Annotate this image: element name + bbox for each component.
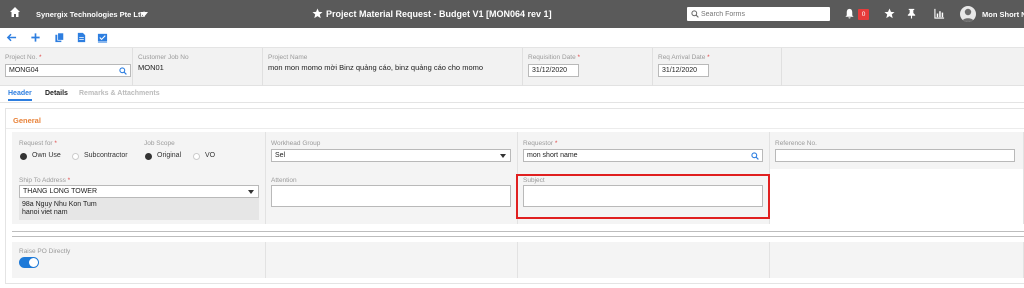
workhead-label: Workhead Group: [271, 140, 321, 147]
top-bar: Synergix Technologies Pte Ltd Project Ma…: [0, 0, 1024, 28]
reference-input[interactable]: [775, 149, 1015, 162]
tab-header[interactable]: Header: [8, 90, 32, 101]
favorite-star-icon[interactable]: [312, 8, 323, 19]
project-name-cell: Project Name mon mon momo mời Binz quảng…: [263, 48, 523, 86]
customer-job-label: Customer Job No: [138, 54, 189, 61]
vo-label: VO: [205, 152, 216, 159]
address-line-1: 98a Nguy Nhu Kon Tum: [22, 201, 97, 208]
workhead-value: Sel: [275, 152, 286, 159]
empty-cell: [770, 169, 1024, 224]
toggle-knob: [29, 258, 38, 267]
user-name[interactable]: Mon Short Name: [982, 10, 1024, 19]
requisition-date-cell: Requisition Date * 31/12/2020: [523, 48, 653, 86]
required-mark: *: [67, 177, 71, 184]
own-use-label: Own Use: [32, 152, 61, 159]
raise-po-label: Raise PO Directly: [19, 248, 71, 255]
copy-icon[interactable]: [54, 32, 65, 43]
required-mark: *: [54, 140, 57, 147]
user-avatar-icon: [962, 8, 974, 22]
requestor-value: mon short name: [527, 152, 578, 159]
home-icon[interactable]: [9, 6, 21, 18]
add-icon[interactable]: [30, 32, 41, 43]
req-arrival-cell: Req Arrival Date * 31/12/2020: [653, 48, 782, 86]
customer-job-value: MON01: [138, 63, 164, 72]
project-no-value: MONG04: [9, 67, 39, 74]
attention-input[interactable]: [271, 185, 511, 207]
req-arrival-input[interactable]: 31/12/2020: [658, 64, 709, 77]
requisition-date-label: Requisition Date: [528, 54, 576, 61]
project-name-value: mon mon momo mời Binz quảng cáo, binz qu…: [268, 63, 484, 72]
avatar[interactable]: [960, 6, 976, 22]
radio-own-use[interactable]: [20, 153, 27, 160]
required-mark: *: [707, 54, 710, 61]
ship-to-label: Ship To Address: [19, 177, 66, 184]
divider: [12, 231, 1024, 232]
radio-vo[interactable]: [193, 153, 200, 160]
req-arrival-label: Req Arrival Date: [658, 54, 706, 61]
star-icon[interactable]: [884, 8, 895, 19]
section-header: General: [6, 109, 1024, 129]
subcontractor-label: Subcontractor: [84, 152, 128, 159]
radio-original[interactable]: [145, 153, 152, 160]
request-scope-cell: [12, 132, 266, 169]
page-title: Project Material Request - Budget V1 [MO…: [326, 9, 552, 19]
document-icon[interactable]: [76, 32, 87, 43]
back-arrow-icon[interactable]: [6, 32, 17, 43]
required-mark: *: [554, 140, 558, 147]
original-label: Original: [157, 152, 182, 159]
chevron-down-icon: [248, 190, 254, 194]
project-info-bar: Project No. * MONG04 Customer Job No MON…: [0, 48, 1024, 86]
ship-to-select[interactable]: THANG LONG TOWER: [19, 185, 259, 198]
requisition-date-input[interactable]: 31/12/2020: [528, 64, 579, 77]
reference-label: Reference No.: [775, 140, 817, 147]
approve-icon[interactable]: [97, 32, 108, 43]
customer-job-cell: Customer Job No MON01: [133, 48, 263, 86]
project-no-label: Project No.: [5, 54, 38, 61]
requestor-input[interactable]: mon short name: [523, 149, 763, 162]
notification-badge[interactable]: 0: [858, 9, 869, 20]
tab-details[interactable]: Details: [45, 90, 68, 97]
chevron-down-icon: [500, 154, 506, 158]
project-name-label: Project Name: [268, 54, 308, 61]
empty-cell: [266, 242, 518, 278]
request-for-label: Request for: [19, 140, 53, 147]
project-no-input[interactable]: MONG04: [5, 64, 131, 77]
chevron-down-icon[interactable]: [140, 12, 148, 17]
project-no-cell: Project No. * MONG04: [0, 48, 133, 86]
bell-icon[interactable]: [844, 8, 855, 19]
required-mark: *: [38, 54, 42, 61]
attention-label: Attention: [271, 177, 297, 184]
search-icon[interactable]: [751, 152, 759, 160]
tab-bar: Header Details Remarks & Attachments: [0, 87, 1024, 103]
search-input[interactable]: [701, 8, 826, 20]
search-icon[interactable]: [119, 67, 127, 75]
tab-remarks-attachments: Remarks & Attachments: [79, 90, 160, 97]
chart-icon[interactable]: [934, 8, 945, 19]
requestor-label: Requestor: [523, 140, 553, 147]
pin-icon[interactable]: [906, 8, 917, 19]
job-scope-label: Job Scope: [144, 140, 175, 147]
radio-subcontractor[interactable]: [72, 153, 79, 160]
search-icon: [691, 10, 699, 18]
action-toolbar: [0, 28, 1024, 48]
section-title[interactable]: General: [13, 116, 41, 125]
raise-po-toggle[interactable]: [19, 257, 39, 268]
required-mark: *: [577, 54, 581, 61]
subject-highlight: [516, 174, 770, 219]
workhead-select[interactable]: Sel: [271, 149, 511, 162]
address-line-2: hanoi viet nam: [22, 209, 68, 216]
search-box: [687, 7, 830, 21]
ship-to-value: THANG LONG TOWER: [23, 188, 98, 195]
company-name[interactable]: Synergix Technologies Pte Ltd: [36, 10, 145, 19]
empty-cell: [518, 242, 770, 278]
divider: [12, 236, 1024, 237]
empty-cell: [770, 242, 1024, 278]
